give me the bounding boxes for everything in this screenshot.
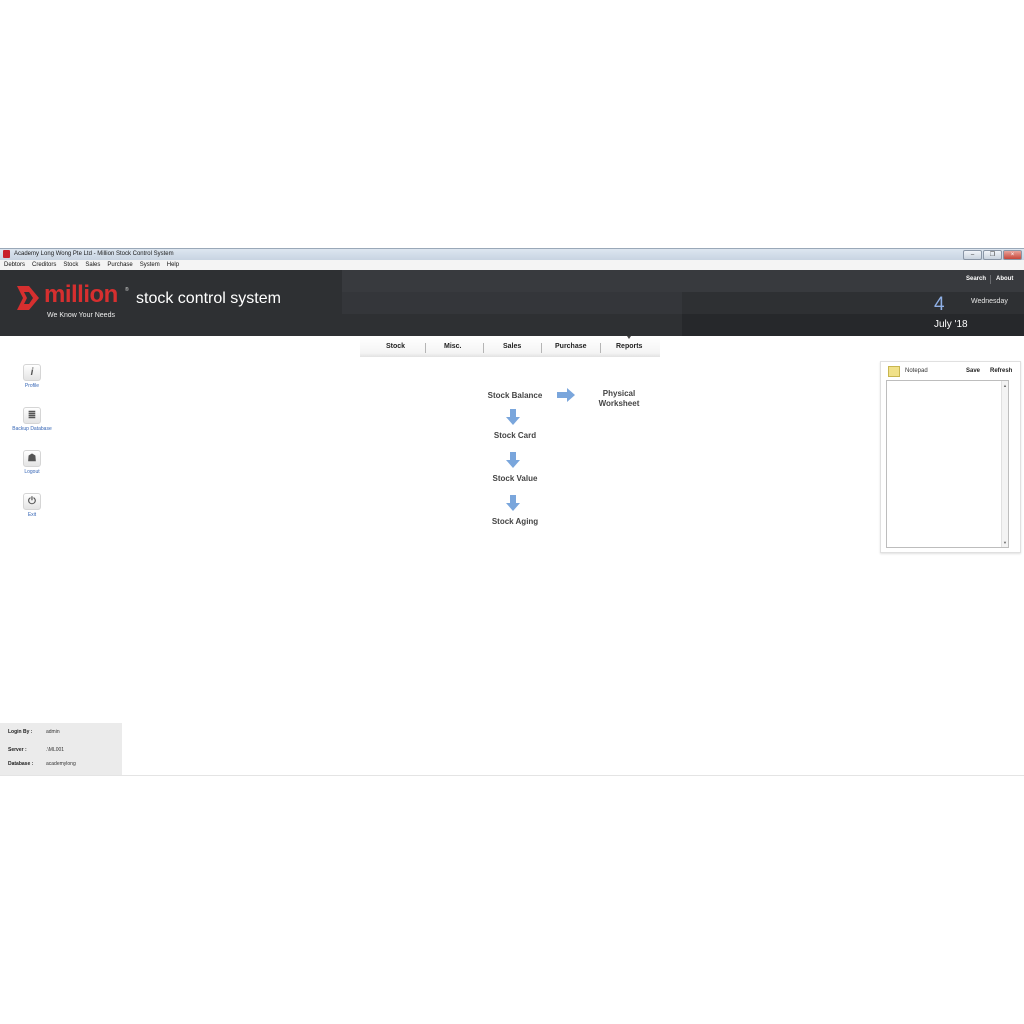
system-name: stock control system <box>136 290 281 307</box>
tab-purchase[interactable]: Purchase <box>555 343 587 350</box>
scroll-up-icon[interactable]: ▲ <box>1003 383 1007 388</box>
date-month-year: July '18 <box>934 319 968 330</box>
notepad-panel: Notepad Save Refresh ▲ ▼ <box>880 361 1021 553</box>
menu-sales[interactable]: Sales <box>82 260 103 270</box>
sidebar-item-label: Profile <box>24 383 40 389</box>
menu-system[interactable]: System <box>137 260 163 270</box>
banner-band <box>682 314 1024 336</box>
scroll-down-icon[interactable]: ▼ <box>1003 540 1007 545</box>
tagline: We Know Your Needs <box>47 312 115 319</box>
tab-separator <box>483 343 484 353</box>
link-separator <box>990 275 991 284</box>
sidebar-item-label: Logout <box>24 469 40 475</box>
info-icon: i <box>23 364 41 381</box>
stock-aging-link[interactable]: Stock Aging <box>482 517 548 526</box>
notepad-refresh-button[interactable]: Refresh <box>990 368 1012 374</box>
tab-misc[interactable]: Misc. <box>444 343 462 350</box>
menu-stock[interactable]: Stock <box>60 260 81 270</box>
tab-reports[interactable]: Reports <box>616 343 642 350</box>
power-icon: ⏻ <box>23 493 41 510</box>
restore-button[interactable]: ❐ <box>983 250 1002 260</box>
sidebar-item-profile[interactable]: i Profile <box>0 364 64 389</box>
search-link[interactable]: Search <box>966 276 986 282</box>
database-label: Database : <box>8 761 34 767</box>
physical-worksheet-line: Physical <box>602 389 636 398</box>
header-banner: million ® stock control system We Know Y… <box>0 270 1024 336</box>
close-button[interactable]: × <box>1003 250 1022 260</box>
sticky-note-icon <box>888 366 900 377</box>
tab-sales[interactable]: Sales <box>503 343 521 350</box>
arrow-down-icon <box>506 409 520 425</box>
sidebar-item-backup-database[interactable]: ≣ Backup Database <box>0 407 64 432</box>
login-value: admin <box>46 729 60 735</box>
physical-worksheet-line: Worksheet <box>598 399 640 408</box>
server-value: .\ML001 <box>46 747 65 753</box>
tab-separator <box>600 343 601 353</box>
window-title: Academy Long Wong Pte Ltd - Million Stoc… <box>14 251 174 257</box>
module-tab-bar: Stock Misc. Sales Purchase Reports <box>360 337 660 357</box>
date-weekday: Wednesday <box>971 298 1008 305</box>
arrow-right-icon <box>557 388 575 402</box>
notepad-textarea[interactable]: ▲ ▼ <box>886 380 1009 548</box>
tab-stock[interactable]: Stock <box>386 343 405 350</box>
tab-separator <box>541 343 542 353</box>
login-label: Login By : <box>8 729 33 735</box>
sidebar-item-exit[interactable]: ⏻ Exit <box>0 493 64 518</box>
session-info-panel: Login By : admin Server : .\ML001 Databa… <box>0 723 122 776</box>
banner-band <box>342 270 1024 292</box>
arrow-down-icon <box>506 452 520 468</box>
stock-value-link[interactable]: Stock Value <box>482 474 548 483</box>
notepad-scrollbar[interactable]: ▲ ▼ <box>1001 381 1008 547</box>
about-link[interactable]: About <box>996 276 1013 282</box>
stock-card-link[interactable]: Stock Card <box>482 431 548 440</box>
menu-purchase[interactable]: Purchase <box>104 260 135 270</box>
logo-wordmark: million <box>44 281 118 308</box>
app-icon <box>3 250 10 258</box>
caret-down-icon <box>627 336 631 339</box>
physical-worksheet-link[interactable]: Physical Worksheet <box>589 389 649 409</box>
application-window: Academy Long Wong Pte Ltd - Million Stoc… <box>0 248 1024 776</box>
database-icon: ≣ <box>23 407 41 424</box>
notepad-title: Notepad <box>905 368 928 374</box>
sidebar-item-label: Exit <box>27 512 37 518</box>
banner-band <box>342 292 682 314</box>
menu-creditors[interactable]: Creditors <box>29 260 59 270</box>
minimize-button[interactable]: – <box>963 250 982 260</box>
server-label: Server : <box>8 747 27 753</box>
tab-separator <box>425 343 426 353</box>
window-bottom-border <box>0 775 1024 776</box>
sidebar-item-logout[interactable]: ☗ Logout <box>0 450 64 475</box>
stock-balance-link[interactable]: Stock Balance <box>482 391 548 400</box>
arrow-down-icon <box>506 495 520 511</box>
million-logo-icon <box>17 286 39 310</box>
menu-help[interactable]: Help <box>164 260 182 270</box>
logo-registered: ® <box>125 287 129 293</box>
database-value: academylong <box>46 761 76 767</box>
date-day: 4 <box>934 294 945 315</box>
sidebar-item-label: Backup Database <box>12 426 52 432</box>
menu-debtors[interactable]: Debtors <box>1 260 28 270</box>
user-icon: ☗ <box>23 450 41 467</box>
notepad-save-button[interactable]: Save <box>966 368 980 374</box>
window-controls: – ❐ × <box>963 250 1022 260</box>
